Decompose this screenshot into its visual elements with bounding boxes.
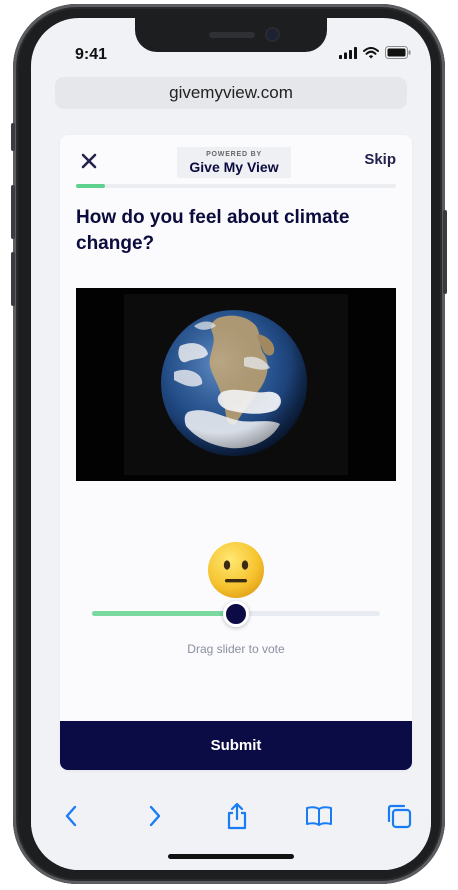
question-title: How do you feel about climate change? xyxy=(76,207,350,254)
front-camera xyxy=(267,29,278,40)
phone-notch xyxy=(135,18,327,52)
battery-icon xyxy=(385,46,411,59)
signal-icon xyxy=(339,46,357,59)
poll-card: POWERED BY Give My View Skip How do you … xyxy=(60,135,412,770)
brand-logo: POWERED BY Give My View xyxy=(177,147,291,178)
brand-name: Give My View xyxy=(189,159,279,175)
share-icon xyxy=(227,802,247,830)
progress-fill xyxy=(76,184,105,188)
url-text: givemyview.com xyxy=(169,83,293,102)
close-icon xyxy=(81,153,97,169)
phone-volume-up-button xyxy=(11,185,15,239)
phone-power-button xyxy=(443,210,447,294)
notch-speaker xyxy=(209,32,255,38)
neutral-face-emoji xyxy=(208,542,264,598)
slider-fill xyxy=(92,611,236,616)
slider-hint: Drag slider to vote xyxy=(187,642,285,656)
forward-chevron-icon xyxy=(149,805,161,827)
phone-mute-switch xyxy=(11,123,15,151)
phone-screen: 9:41 givemyview.com POWERED BY Give My V… xyxy=(31,18,431,870)
tabs-button[interactable] xyxy=(383,800,415,832)
brand-tagline: POWERED BY xyxy=(206,151,262,158)
bookmarks-icon xyxy=(306,806,332,826)
skip-button[interactable]: Skip xyxy=(364,151,396,168)
submit-button[interactable]: Submit xyxy=(60,721,412,770)
status-time: 9:41 xyxy=(75,46,108,63)
progress-bar xyxy=(76,184,396,188)
bookmarks-button[interactable] xyxy=(303,800,335,832)
forward-button[interactable] xyxy=(139,800,171,832)
earth-globe-image xyxy=(76,288,396,481)
phone-volume-down-button xyxy=(11,252,15,306)
share-button[interactable] xyxy=(221,800,253,832)
address-bar[interactable]: givemyview.com xyxy=(55,77,407,109)
earth-globe-illustration xyxy=(124,294,348,475)
back-button[interactable] xyxy=(55,800,87,832)
browser-toolbar xyxy=(31,788,431,870)
home-indicator xyxy=(168,854,294,859)
tabs-icon xyxy=(387,804,412,829)
wifi-icon xyxy=(363,46,379,58)
back-chevron-icon xyxy=(65,805,77,827)
status-icons xyxy=(339,46,411,59)
close-button[interactable] xyxy=(78,150,100,172)
vote-slider[interactable] xyxy=(92,600,380,627)
slider-thumb[interactable] xyxy=(223,600,249,627)
